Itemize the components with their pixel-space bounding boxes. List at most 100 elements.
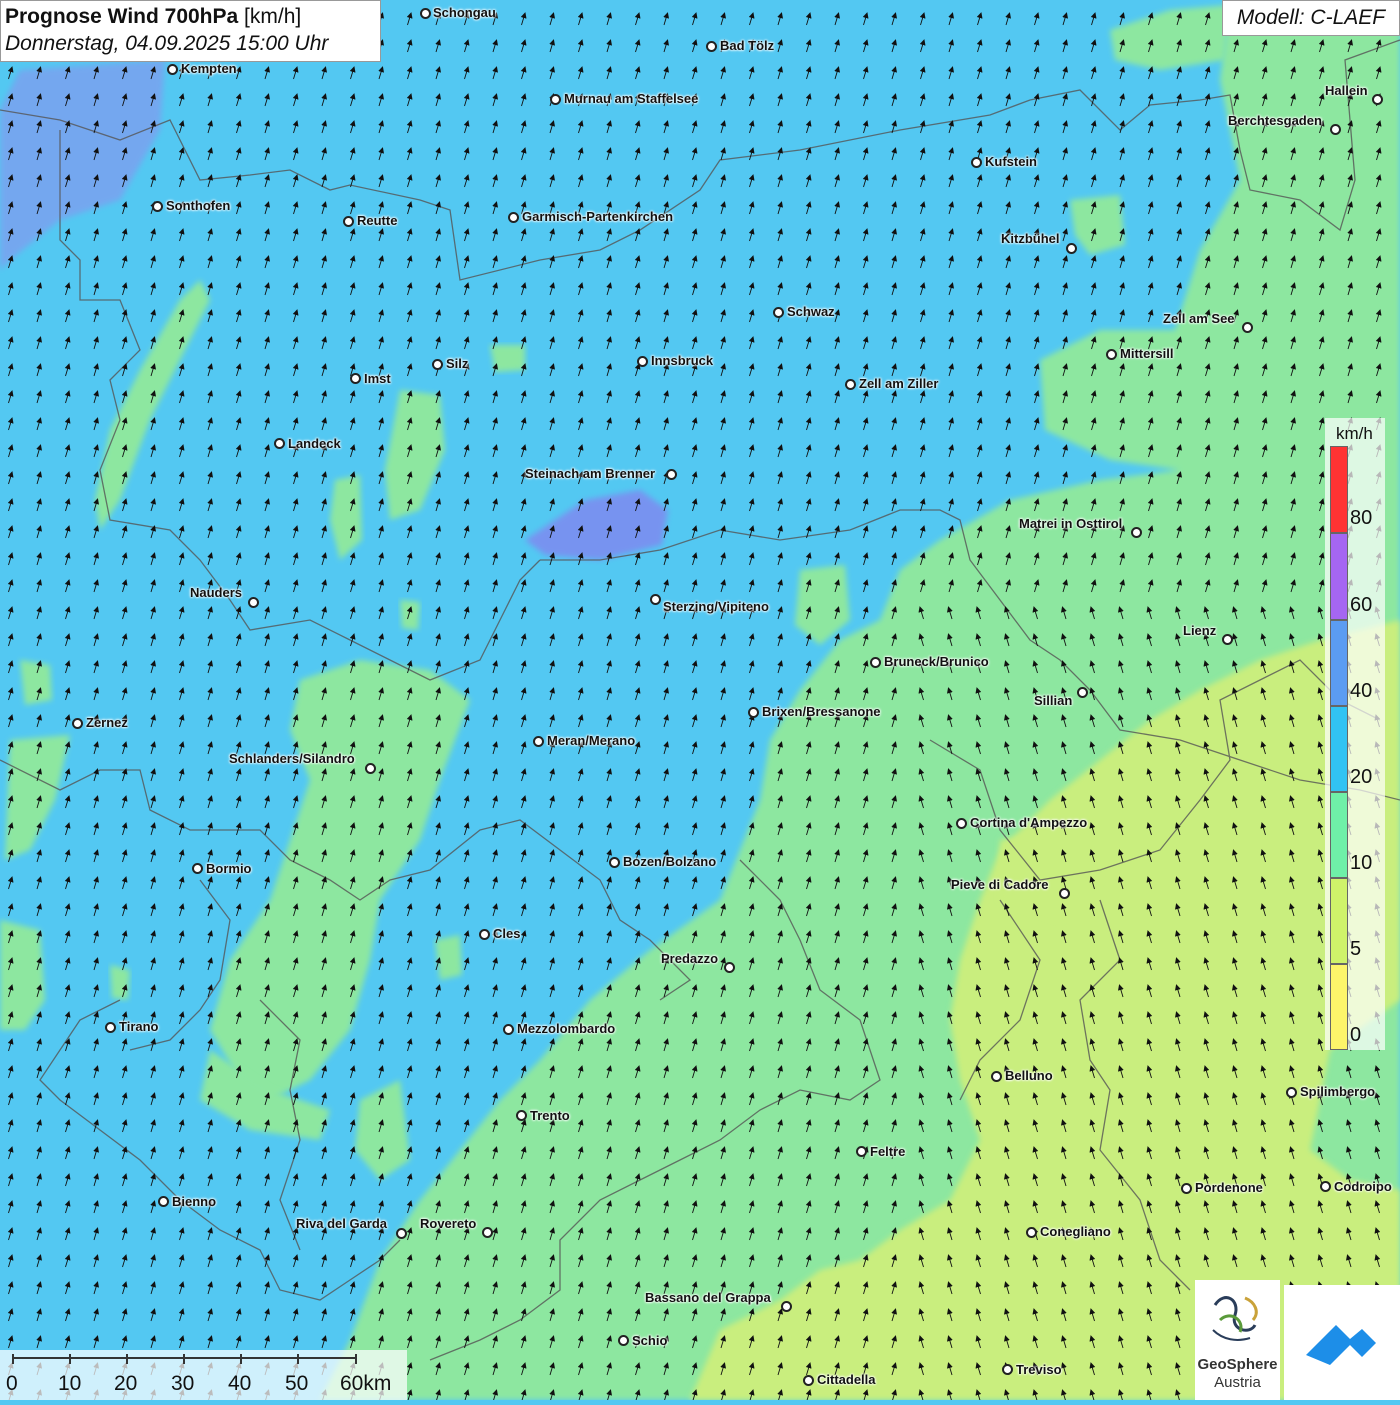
city-label: Kitzbühel [1001, 231, 1060, 246]
model-label: Modell: C-LAEF [1222, 0, 1400, 36]
city-label: Lienz [1183, 623, 1217, 638]
city-label: Bruneck/Brunico [884, 654, 989, 669]
city-label: Feltre [870, 1144, 906, 1159]
legend-swatch [1330, 792, 1348, 878]
city-label: Pordenone [1195, 1180, 1263, 1195]
city-dot [1066, 243, 1077, 254]
city-label: Zell am Ziller [859, 376, 939, 391]
city-label: Predazzo [661, 951, 719, 966]
legend-swatch [1330, 964, 1348, 1050]
city-label: Schongau [433, 5, 496, 20]
legend-label: 60 [1350, 594, 1373, 616]
city-dot [1059, 888, 1070, 899]
city-label: Cortina d'Ampezzo [970, 815, 1088, 830]
city-label: Garmisch-Partenkirchen [522, 209, 674, 224]
title-box: Prognose Wind 700hPa [km/h] Donnerstag, … [0, 0, 381, 62]
city-label: Sonthofen [166, 198, 231, 213]
city-dot [479, 929, 490, 940]
city-dot [482, 1227, 493, 1238]
legend-label: 5 [1350, 938, 1362, 960]
city-dot [158, 1196, 169, 1207]
city-label: Hallein [1325, 83, 1368, 98]
city-dot [350, 373, 361, 384]
city-dot [152, 201, 163, 212]
title-main: Prognose Wind 700hPa [5, 5, 239, 28]
legend-swatch [1330, 706, 1348, 792]
scale-label: 10 [58, 1372, 82, 1395]
city-label: Cittadella [817, 1372, 876, 1387]
city-label: Murnau am Staffelsee [564, 91, 699, 106]
city-dot [533, 736, 544, 747]
city-dot [432, 359, 443, 370]
scale-label: 30 [171, 1372, 195, 1395]
legend-swatch [1330, 533, 1348, 620]
city-label: Sillian [1034, 693, 1073, 708]
city-dot [274, 438, 285, 449]
city-dot [1077, 687, 1088, 698]
city-dot [618, 1335, 629, 1346]
city-dot [1026, 1227, 1037, 1238]
city-label: Rovereto [420, 1216, 477, 1231]
city-dot [1131, 527, 1142, 538]
city-dot [1002, 1364, 1013, 1375]
city-label: Bozen/Bolzano [623, 854, 717, 869]
forecast-date: Donnerstag, 04.09.2025 15:00 Uhr [5, 32, 329, 55]
city-dot [105, 1022, 116, 1033]
city-dot [650, 594, 661, 605]
city-dot [637, 356, 648, 367]
city-dot [706, 41, 717, 52]
city-label: Mezzolombardo [517, 1021, 616, 1036]
mountain-cloud-icon [1306, 1325, 1376, 1365]
geosphere-name: GeoSphere [1197, 1356, 1278, 1373]
city-dot [1372, 94, 1383, 105]
city-label: Kempten [181, 61, 237, 76]
city-dot [991, 1071, 1002, 1082]
city-dot [1330, 124, 1341, 135]
city-dot [1106, 349, 1117, 360]
city-label: Steinach am Brenner [525, 466, 656, 481]
city-dot [956, 818, 967, 829]
city-dot [856, 1146, 867, 1157]
scale-label: 0 [6, 1372, 18, 1395]
city-label: Conegliano [1040, 1224, 1111, 1239]
city-dot [420, 8, 431, 19]
legend-label: 20 [1350, 766, 1373, 788]
city-dot [365, 763, 376, 774]
app-logo[interactable] [1284, 1285, 1400, 1400]
city-dot [773, 307, 784, 318]
city-dot [503, 1024, 514, 1035]
geosphere-emblem-icon [1212, 1296, 1258, 1341]
city-label: Innsbruck [651, 353, 714, 368]
city-label: Schwaz [787, 304, 835, 319]
city-label: Zernez [86, 715, 128, 730]
legend-swatch [1330, 878, 1348, 964]
city-label: Codroipo [1334, 1179, 1392, 1194]
city-label: Riva del Garda [296, 1216, 388, 1231]
legend-label: 40 [1350, 680, 1373, 702]
city-label: Berchtesgaden [1228, 113, 1322, 128]
city-label: Pieve di Cadore [951, 877, 1049, 892]
scale-label: 50 [285, 1372, 309, 1395]
city-label: Bienno [172, 1194, 217, 1209]
city-label: Sterzing/Vipiteno [663, 599, 769, 614]
city-dot [396, 1228, 407, 1239]
legend-label: 10 [1350, 852, 1373, 874]
legend-label: 80 [1350, 507, 1373, 529]
city-dot [971, 157, 982, 168]
city-dot [192, 863, 203, 874]
city-label: Treviso [1016, 1362, 1062, 1377]
city-dot [550, 94, 561, 105]
city-dot [1320, 1181, 1331, 1192]
city-dot [1242, 322, 1253, 333]
city-label: Reutte [357, 213, 398, 228]
city-label: Landeck [288, 436, 341, 451]
city-label: Mittersill [1120, 346, 1174, 361]
city-dot [724, 962, 735, 973]
city-dot [845, 379, 856, 390]
scale-label: 60km [340, 1372, 392, 1395]
legend-swatch [1330, 446, 1348, 533]
city-label: Silz [446, 356, 469, 371]
city-label: Brixen/Bressanone [762, 704, 881, 719]
city-label: Tirano [119, 1019, 159, 1034]
city-dot [1181, 1183, 1192, 1194]
